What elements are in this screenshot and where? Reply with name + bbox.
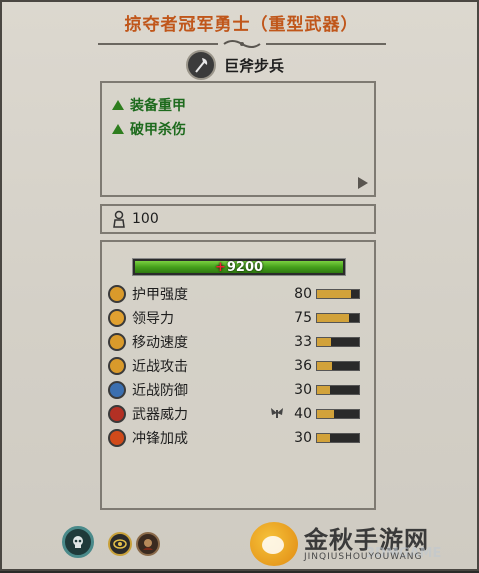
soldier-icon xyxy=(112,210,126,228)
stat-label: 移动速度 xyxy=(132,335,188,351)
ability-item[interactable]: 装备重甲 xyxy=(112,95,186,115)
green-triangle-icon xyxy=(112,124,124,134)
stat-label: 武器威力 xyxy=(132,407,188,423)
melee-defence-icon xyxy=(108,381,126,399)
ability-label: 破甲杀伤 xyxy=(130,122,186,138)
stat-bar xyxy=(316,433,360,443)
unit-card-panel: 掠夺者冠军勇士（重型武器） 巨斧步兵 装备重甲 破甲杀伤 100 +9200 护… xyxy=(0,0,479,571)
stat-row[interactable]: 近战攻击 36 xyxy=(108,356,372,376)
stat-label: 近战攻击 xyxy=(132,359,188,375)
ability-label: 装备重甲 xyxy=(130,98,186,114)
unit-size-box: 100 xyxy=(100,204,376,234)
stat-bar xyxy=(316,337,360,347)
health-bar-fill: +9200 xyxy=(135,260,343,275)
abilities-box: 装备重甲 破甲杀伤 xyxy=(100,81,376,197)
stat-label: 护甲强度 xyxy=(132,287,188,303)
expand-arrow-icon[interactable] xyxy=(358,177,368,189)
axe-icon xyxy=(186,50,216,80)
stat-value: 75 xyxy=(294,310,312,326)
stat-label: 近战防御 xyxy=(132,383,188,399)
stat-label: 领导力 xyxy=(132,311,174,327)
melee-attack-icon xyxy=(108,357,126,375)
unit-size-value: 100 xyxy=(132,211,159,227)
ornament-flourish xyxy=(223,40,261,48)
stat-row[interactable]: 武器威力 40 xyxy=(108,404,372,424)
stat-bar xyxy=(316,361,360,371)
stat-bar-fill xyxy=(317,434,330,442)
stat-bar-fill xyxy=(317,314,349,322)
stat-bar-fill xyxy=(317,362,333,370)
stat-bar-fill xyxy=(317,386,330,394)
stat-value: 33 xyxy=(294,334,312,350)
charge-bonus-icon xyxy=(108,429,126,447)
stat-value: 36 xyxy=(294,358,312,374)
leadership-icon xyxy=(108,309,126,327)
stat-value: 30 xyxy=(294,430,312,446)
health-value: 9200 xyxy=(226,260,264,275)
speed-icon xyxy=(108,333,126,351)
stat-bar-fill xyxy=(317,338,331,346)
stat-bar xyxy=(316,409,360,419)
health-bar: +9200 xyxy=(132,258,346,276)
stat-row[interactable]: 近战防御 30 xyxy=(108,380,372,400)
stat-row[interactable]: 护甲强度 80 xyxy=(108,284,372,304)
eye-icon[interactable] xyxy=(108,532,132,556)
watermark: 金秋手游网 3DMGAME JINQIUSHOUYOUWANG xyxy=(246,518,478,570)
unit-title: 掠夺者冠军勇士（重型武器） xyxy=(124,15,359,35)
title-ornament xyxy=(98,38,386,50)
stat-value: 30 xyxy=(294,382,312,398)
health-text: +9200 xyxy=(214,260,264,275)
moth-icon xyxy=(262,407,284,422)
armour-icon xyxy=(108,285,126,303)
stat-bar-fill xyxy=(317,410,334,418)
stat-bar xyxy=(316,313,360,323)
stat-bar xyxy=(316,289,360,299)
stat-label: 冲锋加成 xyxy=(132,431,188,447)
unit-type-name: 巨斧步兵 xyxy=(224,56,285,75)
stat-row[interactable]: 移动速度 33 xyxy=(108,332,372,352)
warrior-portrait-icon[interactable] xyxy=(136,532,160,556)
weapon-strength-icon xyxy=(108,405,126,423)
unit-skull-icon[interactable] xyxy=(62,526,94,558)
ability-item[interactable]: 破甲杀伤 xyxy=(112,119,186,139)
stat-bar xyxy=(316,385,360,395)
watermark-logo-icon xyxy=(250,522,298,566)
unit-type-row: 巨斧步兵 xyxy=(186,50,285,80)
stat-value: 80 xyxy=(294,286,312,302)
stat-row[interactable]: 冲锋加成 30 xyxy=(108,428,372,448)
stats-box: +9200 护甲强度 80 领导力 75 移动速度 33 近战攻击 36 近战防御 30 武器威力 4… xyxy=(100,240,376,510)
watermark-sub-text: JINQIUSHOUYOUWANG xyxy=(304,552,423,562)
stat-value: 40 xyxy=(294,406,312,422)
stat-bar-fill xyxy=(317,290,351,298)
green-triangle-icon xyxy=(112,100,124,110)
stat-row[interactable]: 领导力 75 xyxy=(108,308,372,328)
